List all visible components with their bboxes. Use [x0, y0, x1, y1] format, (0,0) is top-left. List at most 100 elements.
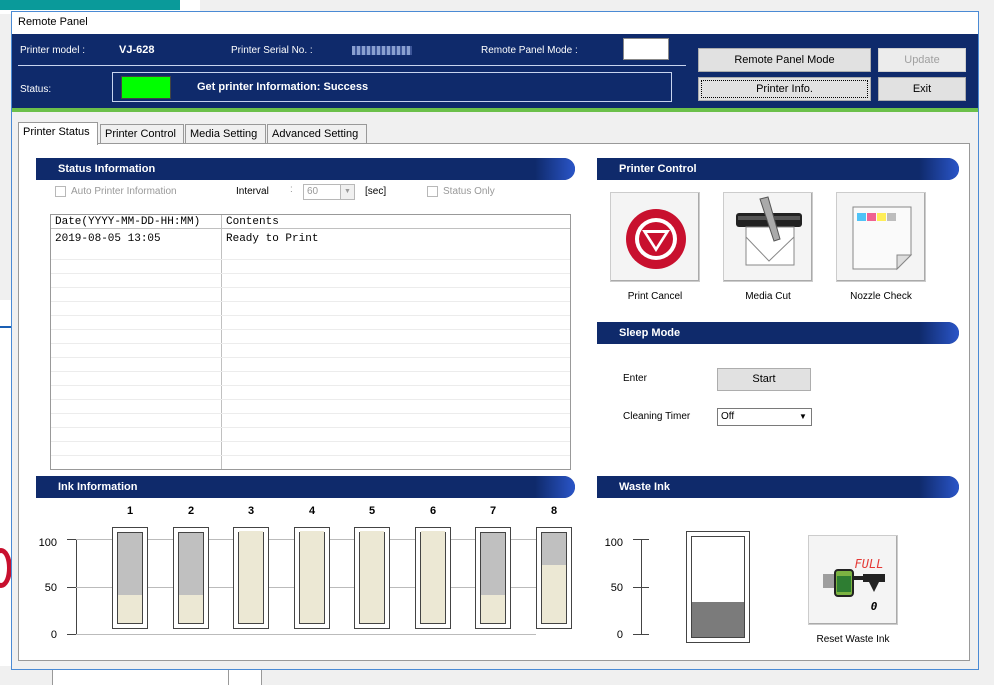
- svg-text:FULL: FULL: [855, 557, 884, 571]
- ink-tank-label-4: 4: [308, 505, 316, 517]
- auto-printer-info-label: Auto Printer Information: [71, 186, 177, 197]
- status-label: Status:: [20, 84, 52, 95]
- waste-ink-header: Waste Ink: [597, 476, 959, 498]
- header-divider: [18, 65, 686, 66]
- print-cancel-button[interactable]: [610, 192, 700, 282]
- ink-tank-7: [475, 527, 511, 629]
- waste-ink-tank: [686, 531, 750, 643]
- list-item-date: 2019-08-05 13:05: [55, 233, 161, 245]
- reset-waste-ink-button[interactable]: FULL 0: [808, 535, 898, 625]
- waste-axis-label-100: 100: [604, 537, 623, 549]
- cleaning-timer-select[interactable]: Off ▼: [717, 408, 812, 426]
- svg-text:0: 0: [871, 600, 878, 613]
- ink-tank-2: [173, 527, 209, 629]
- column-header-date: Date(YYYY-MM-DD-HH:MM): [55, 216, 201, 228]
- printer-control-header: Printer Control: [597, 158, 959, 180]
- printer-model-label: Printer model :: [20, 45, 86, 56]
- ink-axis-label-50: 50: [44, 582, 57, 594]
- chevron-down-icon: ▼: [799, 412, 807, 421]
- media-cut-button[interactable]: [723, 192, 813, 282]
- ink-tank-3: [233, 527, 269, 629]
- status-box: Get printer Information: Success: [112, 72, 672, 102]
- status-only-label: Status Only: [443, 186, 495, 197]
- sleep-mode-header: Sleep Mode: [597, 322, 959, 344]
- column-header-contents: Contents: [226, 216, 279, 228]
- ink-axis-label-0: 0: [50, 629, 57, 641]
- status-log-header: Date(YYYY-MM-DD-HH:MM) Contents: [51, 215, 570, 229]
- tab-printer-control[interactable]: Printer Control: [100, 124, 184, 144]
- waste-axis-tick: [633, 634, 649, 635]
- nozzle-check-label: Nozzle Check: [850, 291, 912, 302]
- ink-tank-label-8: 8: [550, 505, 558, 517]
- nozzle-check-button[interactable]: [836, 192, 926, 282]
- waste-axis-label-0: 0: [616, 629, 623, 641]
- start-button[interactable]: Start: [717, 368, 811, 391]
- window-title: Remote Panel: [12, 12, 978, 34]
- ink-information-header: Ink Information: [36, 476, 575, 498]
- serial-label: Printer Serial No. :: [231, 45, 313, 56]
- serial-value-redacted: [352, 46, 412, 55]
- printer-info-button[interactable]: Printer Info.: [698, 77, 871, 101]
- ink-level-2: [179, 595, 203, 623]
- tab-panel-printer-status: Status Information Auto Printer Informat…: [18, 143, 970, 661]
- ink-tank-8: [536, 527, 572, 629]
- ink-tank-4: [294, 527, 330, 629]
- ink-tank-label-6: 6: [429, 505, 437, 517]
- status-information-header: Status Information: [36, 158, 575, 180]
- media-cut-label: Media Cut: [745, 291, 791, 302]
- tab-printer-status[interactable]: Printer Status: [18, 122, 98, 145]
- media-cut-icon: [736, 196, 802, 266]
- mode-indicator: [623, 38, 669, 60]
- ink-tank-label-5: 5: [368, 505, 376, 517]
- status-indicator-led: [121, 76, 171, 99]
- stop-icon: [626, 209, 686, 269]
- print-cancel-label: Print Cancel: [627, 291, 683, 302]
- exit-button[interactable]: Exit: [878, 77, 966, 101]
- interval-unit: [sec]: [365, 186, 387, 197]
- interval-colon: :: [290, 184, 293, 195]
- ink-tank-1: [112, 527, 148, 629]
- remote-panel-mode-button[interactable]: Remote Panel Mode: [698, 48, 871, 72]
- list-item-contents: Ready to Print: [226, 233, 319, 245]
- ink-level-8: [542, 565, 566, 623]
- waste-axis-label-50: 50: [610, 582, 623, 594]
- reset-waste-ink-label: Reset Waste Ink: [816, 634, 890, 645]
- ink-axis-label-100: 100: [38, 537, 57, 549]
- ink-tank-6: [415, 527, 451, 629]
- ink-tank-label-2: 2: [187, 505, 195, 517]
- status-only-checkbox[interactable]: [427, 186, 438, 197]
- status-message: Get printer Information: Success: [197, 81, 369, 93]
- ink-level-5: [360, 531, 384, 623]
- remote-panel-window: Remote Panel Printer model : VJ-628 Prin…: [11, 11, 979, 670]
- header-bar: Printer model : VJ-628 Printer Serial No…: [12, 34, 978, 112]
- cleaning-timer-label: Cleaning Timer: [623, 411, 691, 422]
- ink-level-1: [118, 595, 142, 623]
- ink-level-7: [481, 595, 505, 623]
- ink-tank-5: [354, 527, 390, 629]
- nozzle-check-icon: [852, 206, 913, 271]
- interval-value: 60: [307, 186, 319, 197]
- ink-tank-label-3: 3: [247, 505, 255, 517]
- tab-advanced-setting[interactable]: Advanced Setting: [267, 124, 367, 144]
- auto-printer-info-checkbox[interactable]: [55, 186, 66, 197]
- interval-label: Interval: [236, 186, 269, 197]
- tab-media-setting[interactable]: Media Setting: [185, 124, 266, 144]
- waste-ink-full-icon: FULL 0: [823, 557, 885, 613]
- update-button[interactable]: Update: [878, 48, 966, 72]
- ink-level-6: [421, 531, 445, 623]
- waste-axis-tick: [633, 587, 649, 588]
- printer-model-value: VJ-628: [119, 44, 155, 56]
- enter-label: Enter: [623, 373, 647, 384]
- cleaning-timer-value: Off: [721, 411, 735, 422]
- status-log-list[interactable]: Date(YYYY-MM-DD-HH:MM) Contents 2019-08-…: [50, 214, 571, 470]
- ink-gridline: [76, 634, 536, 635]
- mode-label: Remote Panel Mode :: [481, 45, 578, 56]
- list-item[interactable]: 2019-08-05 13:05 Ready to Print: [51, 232, 570, 246]
- chevron-down-icon: ▼: [340, 185, 354, 199]
- waste-axis-tick: [633, 539, 649, 540]
- ink-tank-label-1: 1: [126, 505, 134, 517]
- ink-level-4: [300, 531, 324, 623]
- ink-tank-label-7: 7: [489, 505, 497, 517]
- waste-ink-level: [692, 602, 744, 637]
- interval-select[interactable]: 60 ▼: [303, 184, 355, 200]
